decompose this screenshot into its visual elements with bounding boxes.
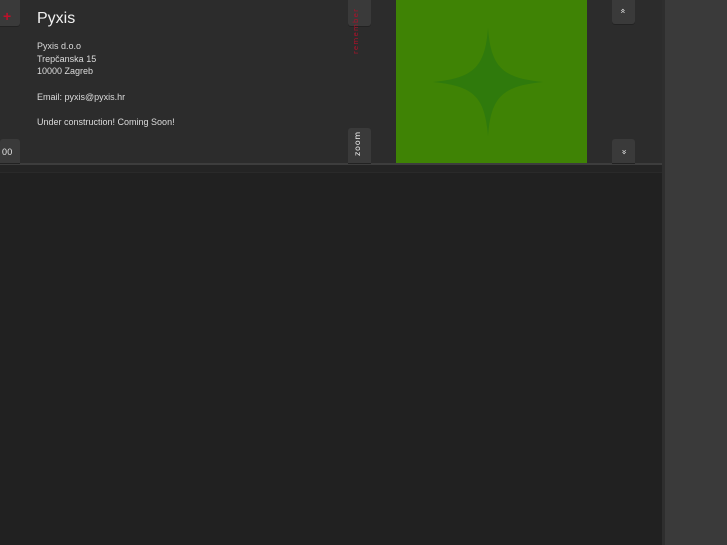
add-button[interactable]: + [0,0,20,26]
remember-label: remember [352,7,360,54]
panel-divider-lower [0,172,662,173]
counter-tab[interactable]: 00 [0,139,20,163]
status-message: Under construction! Coming Soon! [37,117,175,127]
double-chevron-down-icon: » [618,149,629,155]
preview-image[interactable] [396,0,587,163]
scroll-down-button[interactable]: » [612,139,635,163]
page-title: Pyxis [37,10,76,27]
double-chevron-up-icon: » [618,8,629,14]
company-city: 10000 Zagreb [37,66,94,76]
zoom-label: zoom [353,131,362,156]
plus-icon: + [3,8,12,24]
counter-label: 00 [2,147,13,157]
company-name: Pyxis d.o.o [37,41,82,51]
scrollbar-track[interactable] [665,0,727,545]
strip-band [0,165,662,172]
page: + 00 Pyxis Pyxis d.o.o Trepčanska 15 100… [0,0,727,545]
company-street: Trepčanska 15 [37,53,97,64]
company-email[interactable]: Email: pyxis@pyxis.hr [37,91,125,104]
four-point-star-icon [433,28,543,136]
scroll-up-button[interactable]: » [612,0,635,24]
